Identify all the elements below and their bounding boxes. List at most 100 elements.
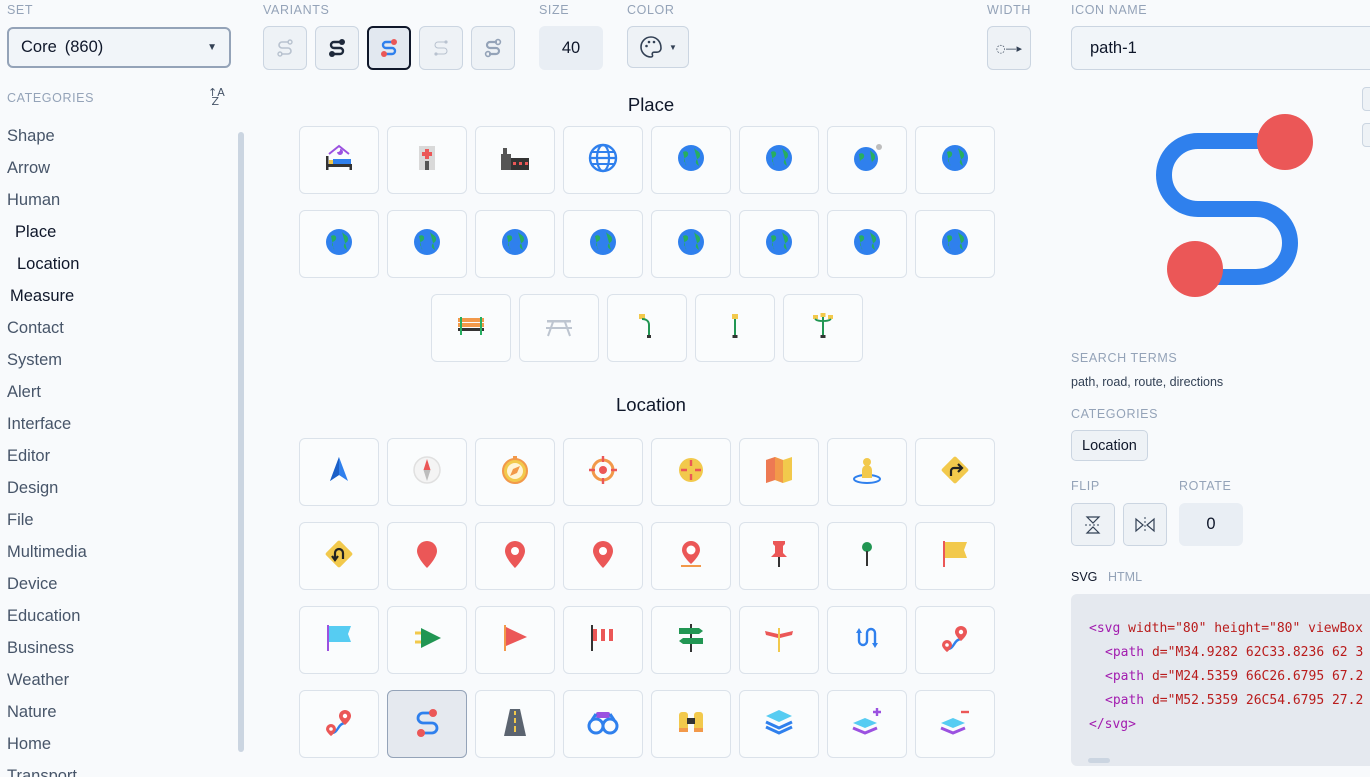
icon-tile[interactable] (827, 126, 907, 194)
scrollbar-thumb[interactable] (238, 132, 244, 752)
icon-tile[interactable] (695, 294, 775, 362)
variant-duotone-button[interactable] (471, 26, 515, 70)
icon-tile[interactable] (739, 690, 819, 758)
icon-tile[interactable] (739, 210, 819, 278)
icon-tile[interactable] (739, 522, 819, 590)
rotate-input[interactable]: 0 (1179, 503, 1243, 546)
set-select[interactable]: Core (860) ▼ (7, 27, 231, 68)
category-human[interactable]: Human (7, 184, 227, 216)
icon-tile[interactable] (299, 126, 379, 194)
category-location[interactable]: Location (7, 248, 227, 280)
color-picker-button[interactable]: ▼ (627, 26, 689, 68)
icon-tile[interactable] (915, 522, 995, 590)
category-nature[interactable]: Nature (7, 696, 227, 728)
flip-horizontal-button[interactable] (1123, 503, 1167, 546)
variant-solid-button[interactable] (315, 26, 359, 70)
icon-tile[interactable] (739, 438, 819, 506)
scrollbar-thumb[interactable] (1088, 758, 1110, 763)
variant-color-button[interactable] (367, 26, 411, 70)
icon-tile[interactable] (651, 606, 731, 674)
category-education[interactable]: Education (7, 600, 227, 632)
category-arrow[interactable]: Arrow (7, 152, 227, 184)
icon-tile[interactable] (607, 294, 687, 362)
icon-tile[interactable] (915, 438, 995, 506)
icon-tile[interactable] (563, 690, 643, 758)
category-device[interactable]: Device (7, 568, 227, 600)
category-chip[interactable]: Location (1071, 430, 1148, 461)
variant-outline-light-button[interactable] (263, 26, 307, 70)
icon-tile[interactable] (387, 522, 467, 590)
icon-tile[interactable] (563, 438, 643, 506)
category-design[interactable]: Design (7, 472, 227, 504)
icon-tile[interactable] (915, 210, 995, 278)
category-measure[interactable]: Measure (7, 280, 227, 312)
category-shape[interactable]: Shape (7, 120, 227, 152)
icon-tile[interactable] (827, 606, 907, 674)
category-weather[interactable]: Weather (7, 664, 227, 696)
code-scrollbar[interactable] (1074, 758, 1370, 764)
side-action-button[interactable] (1362, 123, 1370, 147)
category-interface[interactable]: Interface (7, 408, 227, 440)
icon-tile[interactable] (299, 690, 379, 758)
icon-name-field[interactable]: path-1 (1071, 26, 1370, 70)
size-input[interactable]: 40 (539, 26, 603, 70)
icon-tile[interactable] (651, 210, 731, 278)
icon-tile[interactable] (387, 438, 467, 506)
icon-tile[interactable] (475, 210, 555, 278)
category-business[interactable]: Business (7, 632, 227, 664)
icon-tile[interactable] (475, 438, 555, 506)
stroke-width-button[interactable]: ◌—▸ (987, 26, 1031, 70)
icon-tile[interactable] (387, 210, 467, 278)
icon-tile[interactable] (475, 522, 555, 590)
icon-tile[interactable] (827, 438, 907, 506)
icon-tile[interactable] (299, 606, 379, 674)
icon-tile[interactable] (915, 690, 995, 758)
icon-tile[interactable] (827, 210, 907, 278)
category-system[interactable]: System (7, 344, 227, 376)
icon-tile[interactable] (915, 606, 995, 674)
icon-tile[interactable] (563, 606, 643, 674)
icon-tile[interactable] (563, 210, 643, 278)
category-alert[interactable]: Alert (7, 376, 227, 408)
icon-tile[interactable] (827, 690, 907, 758)
sort-az-icon[interactable]: ↑A Z (208, 87, 225, 107)
icon-tile[interactable] (563, 522, 643, 590)
flip-vertical-button[interactable] (1071, 503, 1115, 546)
side-action-button[interactable] (1362, 87, 1370, 111)
variant-thin-button[interactable] (419, 26, 463, 70)
icon-tile[interactable] (519, 294, 599, 362)
icon-tile[interactable] (387, 126, 467, 194)
icon-tile[interactable] (827, 522, 907, 590)
icon-tile[interactable] (475, 126, 555, 194)
windsock-icon (587, 622, 619, 659)
category-scrollbar[interactable] (238, 122, 244, 762)
icon-tile[interactable] (739, 606, 819, 674)
icon-tile[interactable] (475, 690, 555, 758)
category-file[interactable]: File (7, 504, 227, 536)
category-place[interactable]: Place (7, 216, 227, 248)
icon-tile[interactable] (387, 606, 467, 674)
category-home[interactable]: Home (7, 728, 227, 760)
icon-tile[interactable] (783, 294, 863, 362)
icon-tile[interactable] (739, 126, 819, 194)
icon-tile[interactable] (299, 522, 379, 590)
icon-tile[interactable] (387, 690, 467, 758)
category-editor[interactable]: Editor (7, 440, 227, 472)
category-contact[interactable]: Contact (7, 312, 227, 344)
icon-tile[interactable] (651, 522, 731, 590)
double-lamp-icon (807, 310, 839, 347)
icon-tile[interactable] (651, 126, 731, 194)
icon-tile[interactable] (475, 606, 555, 674)
category-multimedia[interactable]: Multimedia (7, 536, 227, 568)
icon-tile[interactable] (299, 438, 379, 506)
icon-tile[interactable] (651, 438, 731, 506)
icon-tile[interactable] (431, 294, 511, 362)
icon-tile[interactable] (299, 210, 379, 278)
icon-tile[interactable] (563, 126, 643, 194)
set-name: Core (21, 38, 57, 56)
tab-svg[interactable]: SVG (1071, 570, 1097, 584)
category-transport[interactable]: Transport (7, 760, 227, 777)
tab-html[interactable]: HTML (1108, 570, 1142, 584)
icon-tile[interactable] (915, 126, 995, 194)
icon-tile[interactable] (651, 690, 731, 758)
